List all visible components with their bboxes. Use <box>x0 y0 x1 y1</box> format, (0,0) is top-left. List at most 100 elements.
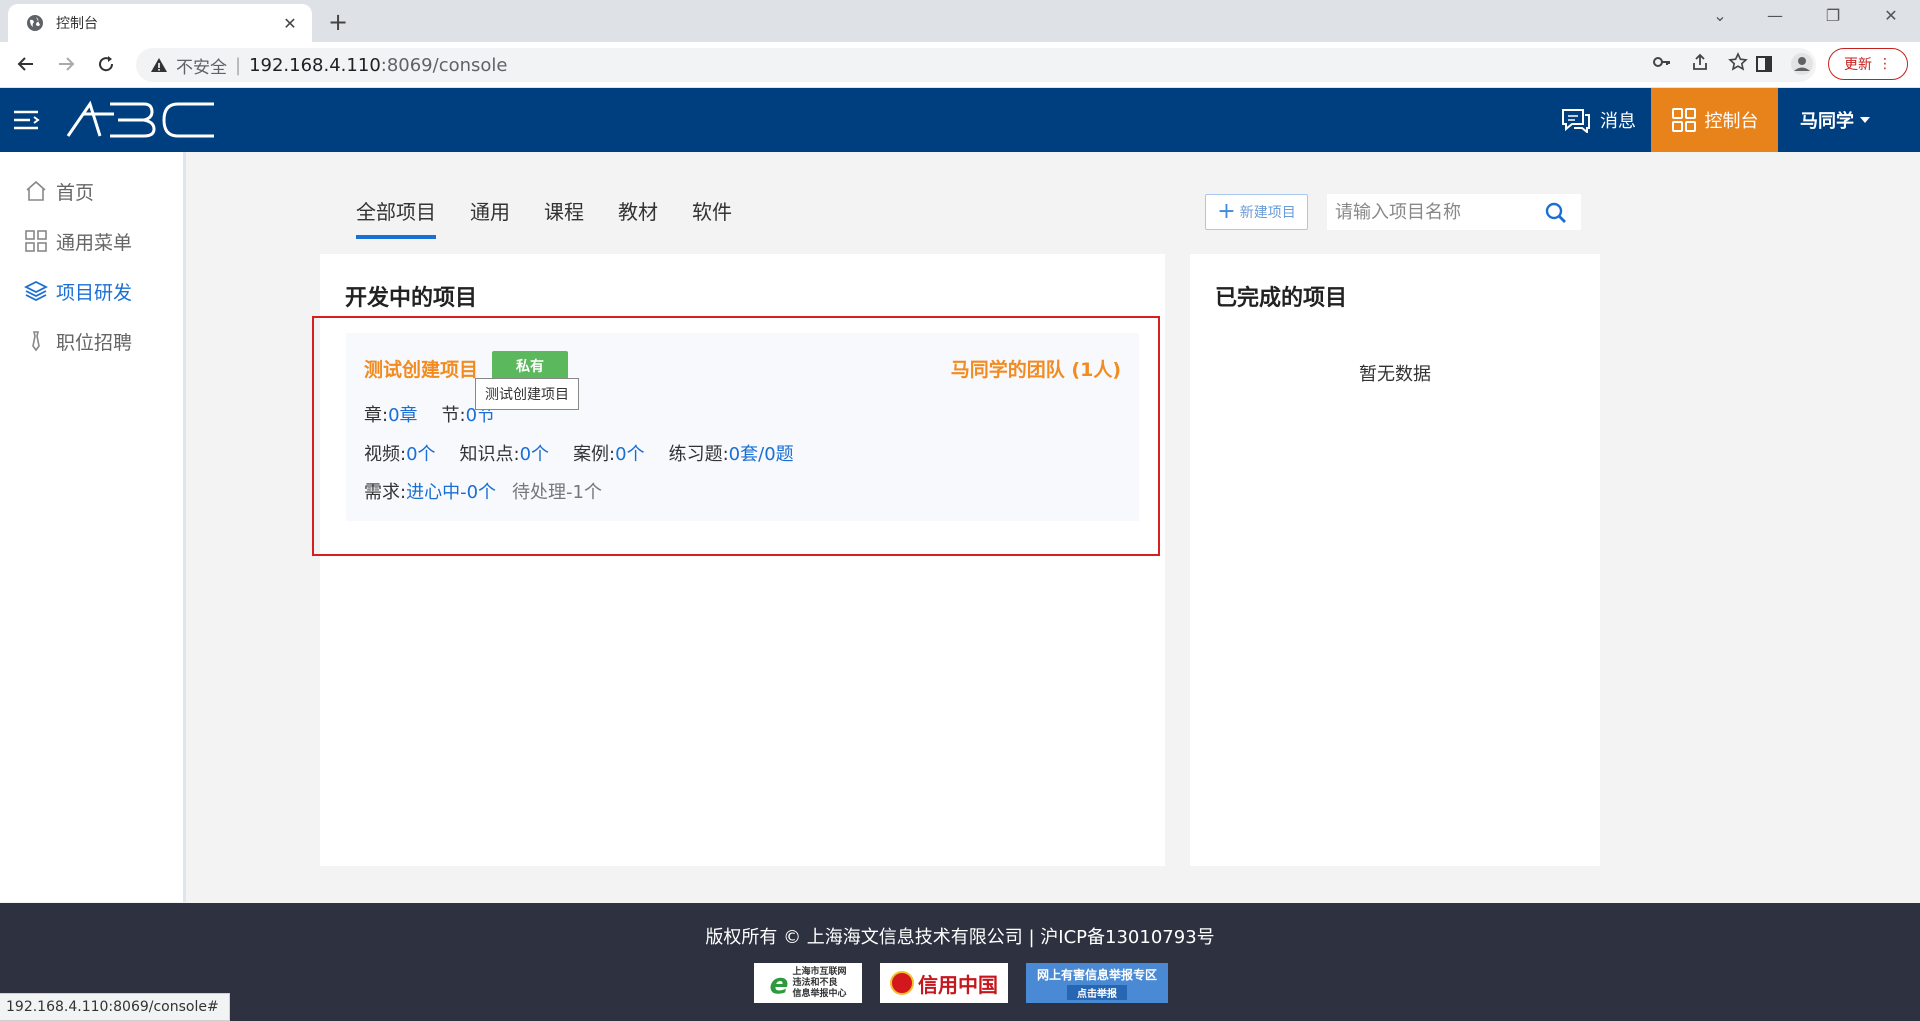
demand-value[interactable]: 进心中-0个 <box>406 478 496 504</box>
new-tab-button[interactable]: + <box>326 8 350 36</box>
tab-title: 控制台 <box>56 16 98 32</box>
url-separator: | <box>235 54 242 76</box>
status-bar-url: 192.168.4.110:8069/console# <box>0 993 230 1021</box>
tab-search-icon[interactable]: ⌄ <box>1700 6 1740 25</box>
sidebar-item-label: 职位招聘 <box>56 331 133 354</box>
app-header: 消息 控制台 马同学 <box>0 88 1920 152</box>
new-project-label: 新建项目 <box>1239 205 1296 221</box>
update-button[interactable]: 更新 ⋮ <box>1828 48 1908 80</box>
new-project-button[interactable]: + 新建项目 <box>1205 194 1308 230</box>
project-name-tooltip: 测试创建项目 <box>475 378 579 410</box>
demand-label: 需求: <box>364 482 407 503</box>
tab-course[interactable]: 课程 <box>544 196 584 239</box>
category-tabs: 全部项目 通用 课程 教材 软件 <box>356 196 732 239</box>
user-name: 马同学 <box>1800 111 1854 132</box>
project-name[interactable]: 测试创建项目 <box>364 355 478 382</box>
update-label: 更新 <box>1844 57 1872 73</box>
home-icon <box>26 180 46 201</box>
pending-value: 待处理-1个 <box>512 482 602 503</box>
tab-software[interactable]: 软件 <box>692 196 732 239</box>
in-progress-title: 开发中的项目 <box>345 286 478 311</box>
grid-icon <box>25 230 47 252</box>
credit-china-badge[interactable]: 信用中国 <box>880 963 1008 1003</box>
share-icon[interactable] <box>1688 50 1712 74</box>
video-value[interactable]: 0个 <box>406 440 435 466</box>
layers-icon <box>24 280 48 302</box>
menu-toggle-icon[interactable] <box>12 108 40 136</box>
dashboard-icon <box>1671 108 1696 132</box>
chapter-label: 章: <box>364 405 389 426</box>
section-label: 节: <box>441 405 466 426</box>
key-icon[interactable] <box>1650 50 1674 74</box>
messages-label: 消息 <box>1600 111 1636 132</box>
sidebar-item-label: 通用菜单 <box>56 231 133 254</box>
more-menu-icon: ⋮ <box>1878 56 1892 72</box>
forward-icon[interactable] <box>52 50 80 78</box>
harmful-info-report-badge[interactable]: 网上有害信息举报专区 点击举报 <box>1026 963 1168 1003</box>
messages-button[interactable]: 消息 <box>1560 88 1636 152</box>
reload-icon[interactable] <box>92 50 120 78</box>
knowledge-value[interactable]: 0个 <box>520 440 549 466</box>
credit-china-label: 信用中国 <box>918 972 998 997</box>
team-name: 马同学的团队 (1人) <box>950 359 1121 381</box>
sidebar-item-label: 首页 <box>56 181 95 204</box>
exercise-value[interactable]: 0套/0题 <box>729 440 794 466</box>
plus-icon: + <box>1217 199 1236 224</box>
sidebar-item-home[interactable]: 首页 <box>0 166 183 216</box>
report-center-text: 上海市互联网 违法和不良 信息举报中心 <box>792 966 847 999</box>
knowledge-label: 知识点: <box>459 444 520 465</box>
copyright-text: 版权所有 © 上海海文信息技术有限公司 | 沪ICP备13010793号 <box>705 927 1215 948</box>
insecure-label: 不安全 <box>176 57 227 78</box>
report-center-badge[interactable]: e 上海市互联网 违法和不良 信息举报中心 <box>754 963 862 1003</box>
sidebar-item-project-dev[interactable]: 项目研发 <box>0 266 183 316</box>
close-window-icon[interactable]: ✕ <box>1871 6 1911 25</box>
user-menu[interactable]: 马同学 <box>1800 88 1870 152</box>
browser-tab-bar: 控制台 ✕ + ⌄ — ❐ ✕ <box>0 0 1920 42</box>
url-path: :8069/console <box>380 54 508 76</box>
completed-panel: 已完成的项目 暂无数据 <box>1190 254 1600 866</box>
project-card[interactable]: 测试创建项目 私有 马同学的团队 (1人) 章: 0章 节: 0节 视频: 0个… <box>346 333 1139 521</box>
search-input[interactable] <box>1335 201 1535 223</box>
minimize-icon[interactable]: — <box>1755 6 1795 25</box>
bookmark-star-icon[interactable] <box>1726 50 1750 74</box>
address-bar: 不安全 | 192.168.4.110:8069/console 更新 ⋮ <box>0 42 1920 88</box>
side-panel-icon[interactable] <box>1752 52 1776 76</box>
console-button[interactable]: 控制台 <box>1651 88 1778 152</box>
warning-icon <box>151 58 167 72</box>
console-label: 控制台 <box>1704 111 1759 132</box>
stats-row-demand: 需求: 进心中-0个 待处理-1个 <box>364 478 602 504</box>
tab-textbook[interactable]: 教材 <box>618 196 658 239</box>
browser-tab[interactable]: 控制台 ✕ <box>8 4 312 42</box>
sidebar: 首页 通用菜单 项目研发 职位招聘 <box>0 152 186 902</box>
url-host: 192.168.4.110 <box>249 54 381 76</box>
private-badge: 私有 <box>492 351 568 381</box>
e-logo-icon: e <box>769 966 789 1000</box>
url-bar[interactable]: 不安全 | 192.168.4.110:8069/console <box>136 48 1816 82</box>
empty-state: 暂无数据 <box>1359 364 1431 385</box>
tab-close-icon[interactable]: ✕ <box>280 14 300 33</box>
abc-logo[interactable] <box>66 100 216 144</box>
profile-icon[interactable] <box>1790 52 1814 76</box>
national-emblem-icon <box>890 971 914 995</box>
search-icon[interactable] <box>1545 202 1567 224</box>
exercise-label: 练习题: <box>668 444 729 465</box>
sidebar-item-jobs[interactable]: 职位招聘 <box>0 316 183 366</box>
sidebar-item-label: 项目研发 <box>56 281 133 304</box>
project-search <box>1327 194 1581 230</box>
footer: 版权所有 © 上海海文信息技术有限公司 | 沪ICP备13010793号 e 上… <box>0 903 1920 1021</box>
omnibox-icons <box>1650 50 1750 74</box>
case-value[interactable]: 0个 <box>615 440 644 466</box>
harmful-info-title: 网上有害信息举报专区 <box>1036 968 1157 982</box>
video-label: 视频: <box>364 444 407 465</box>
harmful-info-sub: 点击举报 <box>1067 985 1127 1000</box>
stats-row-content: 视频: 0个 知识点: 0个 案例: 0个 练习题: 0套/0题 <box>364 440 818 466</box>
chat-icon <box>1562 109 1590 133</box>
completed-title: 已完成的项目 <box>1215 286 1348 311</box>
sidebar-item-common-menu[interactable]: 通用菜单 <box>0 216 183 266</box>
tab-general[interactable]: 通用 <box>470 196 510 239</box>
restore-icon[interactable]: ❐ <box>1813 6 1853 25</box>
case-label: 案例: <box>573 444 616 465</box>
chapter-value[interactable]: 0章 <box>388 401 417 427</box>
back-icon[interactable] <box>12 50 40 78</box>
tab-all-projects[interactable]: 全部项目 <box>356 196 436 239</box>
